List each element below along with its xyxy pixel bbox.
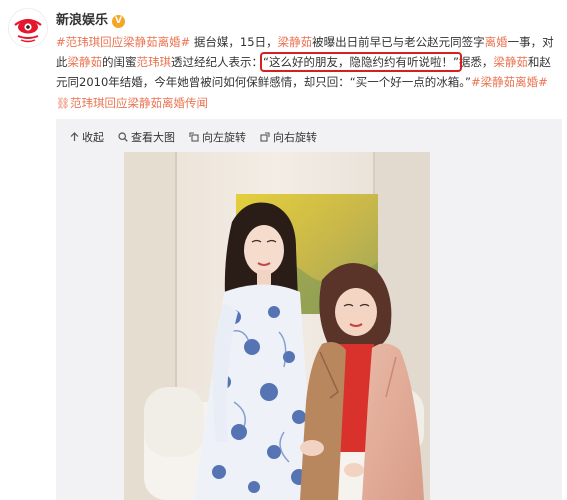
- keyword-link[interactable]: 梁静茹: [68, 55, 103, 69]
- account-name-text[interactable]: 新浪娱乐: [56, 13, 108, 28]
- post-photo[interactable]: [124, 152, 430, 500]
- topic-link[interactable]: 范玮琪回应梁静茹离婚传闻: [70, 96, 208, 110]
- post-text: 的闺蜜: [102, 55, 137, 69]
- view-large-label: 查看大图: [131, 131, 175, 144]
- hashtag-link[interactable]: #梁静茹离婚#: [471, 75, 548, 89]
- zoom-icon: [118, 132, 128, 142]
- media-panel: 收起 查看大图 向左旋转 向右旋转: [56, 119, 562, 500]
- verified-icon: V: [112, 15, 126, 28]
- view-large-button[interactable]: 查看大图: [118, 129, 175, 145]
- post-text: 被曝出日前早已与老公赵元同签字: [312, 35, 485, 49]
- rotate-left-button[interactable]: 向左旋转: [189, 129, 246, 145]
- post-body: #范玮琪回应梁静茹离婚# 据台媒，15日，梁静茹被曝出日前早已与老公赵元同签字离…: [56, 32, 562, 114]
- account-name[interactable]: 新浪娱乐 V: [56, 9, 126, 28]
- collapse-icon: [70, 132, 79, 141]
- highlighted-quote: “这么好的朋友，隐隐约约有听说啦！”: [260, 52, 462, 72]
- photo-illustration: [124, 152, 430, 500]
- rotate-left-label: 向左旋转: [202, 131, 246, 144]
- weibo-eye-logo-icon: [9, 9, 47, 47]
- collapse-button[interactable]: 收起: [70, 129, 104, 145]
- rotate-right-icon: [260, 132, 270, 142]
- keyword-link[interactable]: 梁静茹: [278, 35, 313, 49]
- keyword-link[interactable]: 梁静茹: [493, 55, 528, 69]
- avatar[interactable]: [8, 8, 48, 48]
- post-text: 透过经纪人表示：: [171, 55, 263, 69]
- rotate-right-button[interactable]: 向右旋转: [260, 129, 317, 145]
- link-icon: ⛓: [56, 97, 70, 110]
- collapse-label: 收起: [82, 131, 104, 144]
- rotate-left-icon: [189, 132, 199, 142]
- post-text: 据悉，: [458, 55, 494, 69]
- keyword-link[interactable]: 离婚: [485, 35, 508, 49]
- post-text: 据台媒，15日，: [190, 35, 278, 49]
- keyword-link[interactable]: 范玮琪: [137, 55, 172, 69]
- rotate-right-label: 向右旋转: [273, 131, 317, 144]
- hashtag-link[interactable]: #范玮琪回应梁静茹离婚#: [56, 35, 190, 49]
- image-toolbar: 收起 查看大图 向左旋转 向右旋转: [70, 128, 317, 146]
